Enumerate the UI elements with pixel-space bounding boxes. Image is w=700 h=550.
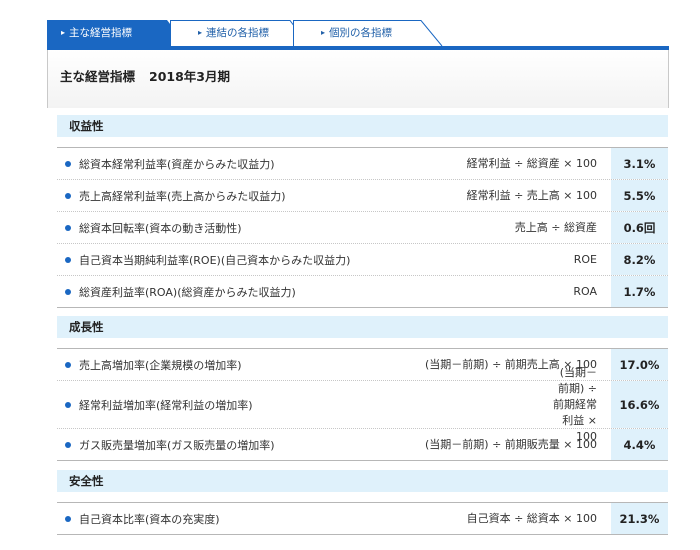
table-row: 自己資本当期純利益率(ROE)(自己資本からみた収益力) ROE 8.2% [57, 244, 668, 276]
table-row: 総資本経常利益率(資産からみた収益力) 経常利益 ÷ 総資産 × 100 3.1… [57, 148, 668, 180]
header-period: 2018年3月期 [149, 69, 231, 84]
indicator-name: 自己資本当期純利益率(ROE)(自己資本からみた収益力) [79, 253, 351, 267]
indicator-value: 1.7% [611, 276, 668, 307]
section-profitability: 収益性 総資本経常利益率(資産からみた収益力) 経常利益 ÷ 総資産 × 100… [57, 115, 668, 308]
tab-non-consolidated[interactable]: ▸ 個別の各指標 [293, 20, 443, 46]
indicator-name: 総資本回転率(資本の動き活動性) [79, 221, 242, 235]
section-growth: 成長性 売上高増加率(企業規模の増加率) (当期－前期) ÷ 前期売上高 × 1… [57, 316, 668, 461]
page-title: 主な経営指標 2018年3月期 [47, 50, 669, 108]
indicator-formula: (当期－前期) ÷ 前期販売量 × 100 [425, 437, 597, 451]
indicator-name: 総資産利益率(ROA)(総資産からみた収益力) [79, 285, 296, 299]
indicator-value: 16.6% [611, 381, 668, 428]
bullet-icon [65, 192, 71, 199]
section-safety: 安全性 自己資本比率(資本の充実度) 自己資本 ÷ 総資本 × 100 21.3… [57, 470, 668, 535]
bullet-icon [65, 288, 71, 295]
indicator-value: 0.6回 [611, 212, 668, 243]
indicator-value: 8.2% [611, 244, 668, 275]
indicator-table: 自己資本比率(資本の充実度) 自己資本 ÷ 総資本 × 100 21.3% [57, 502, 668, 535]
tab-label: 個別の各指標 [329, 27, 393, 39]
indicator-formula: (当期－前期) ÷ 前期経常利益 × 100 [553, 365, 597, 443]
indicator-value: 17.0% [611, 349, 668, 380]
indicator-name: ガス販売量増加率(ガス販売量の増加率) [79, 438, 275, 452]
indicator-formula: ROE [573, 252, 597, 266]
table-row: 自己資本比率(資本の充実度) 自己資本 ÷ 総資本 × 100 21.3% [57, 503, 668, 535]
bullet-icon [65, 361, 71, 368]
table-row: 経常利益増加率(経常利益の増加率) (当期－前期) ÷ 前期経常利益 × 100… [57, 366, 668, 443]
arrow-icon: ▸ [61, 28, 66, 37]
indicators-panel: ▸ 主な経営指標 ▸ 連結の各指標 ▸ 個別の各指標 主な経営指標 2018年3月期 収… [47, 20, 669, 535]
indicator-table: 売上高増加率(企業規模の増加率) (当期－前期) ÷ 前期売上高 × 100 1… [57, 348, 668, 461]
section-title: 収益性 [57, 115, 668, 137]
indicator-value: 5.5% [611, 180, 668, 211]
indicator-table: 総資本経常利益率(資産からみた収益力) 経常利益 ÷ 総資産 × 100 3.1… [57, 147, 668, 308]
indicator-name: 経常利益増加率(経常利益の増加率) [79, 398, 253, 412]
indicator-name: 自己資本比率(資本の充実度) [79, 512, 220, 526]
bullet-icon [65, 401, 71, 408]
tab-main-indicators[interactable]: ▸ 主な経営指標 [47, 20, 187, 46]
table-row: 総資本回転率(資本の動き活動性) 売上高 ÷ 総資産 0.6回 [57, 212, 668, 244]
bullet-icon [65, 441, 71, 448]
indicator-formula: 自己資本 ÷ 総資本 × 100 [466, 511, 597, 525]
arrow-icon: ▸ [321, 28, 326, 37]
header-title: 主な経営指標 [60, 69, 136, 84]
indicator-value: 21.3% [611, 503, 668, 534]
bullet-icon [65, 515, 71, 522]
indicator-name: 売上高増加率(企業規模の増加率) [79, 358, 242, 372]
indicator-name: 売上高経常利益率(売上高からみた収益力) [79, 189, 286, 203]
indicator-value: 4.4% [611, 429, 668, 460]
indicator-formula: ROA [573, 284, 597, 298]
table-row: 総資産利益率(ROA)(総資産からみた収益力) ROA 1.7% [57, 276, 668, 308]
arrow-icon: ▸ [198, 28, 203, 37]
section-title: 安全性 [57, 470, 668, 492]
section-title: 成長性 [57, 316, 668, 338]
bullet-icon [65, 224, 71, 231]
indicator-name: 総資本経常利益率(資産からみた収益力) [79, 157, 275, 171]
tab-consolidated[interactable]: ▸ 連結の各指標 [170, 20, 310, 46]
tab-bar: ▸ 主な経営指標 ▸ 連結の各指標 ▸ 個別の各指標 [47, 20, 669, 46]
bullet-icon [65, 160, 71, 167]
indicator-formula: 経常利益 ÷ 総資産 × 100 [466, 156, 597, 170]
table-row: 売上高経常利益率(売上高からみた収益力) 経常利益 ÷ 売上高 × 100 5.… [57, 180, 668, 212]
bullet-icon [65, 256, 71, 263]
indicator-formula: 経常利益 ÷ 売上高 × 100 [466, 188, 597, 202]
tab-label: 主な経営指標 [69, 27, 133, 39]
tab-label: 連結の各指標 [206, 27, 270, 39]
indicator-formula: 売上高 ÷ 総資産 [514, 220, 597, 234]
indicator-value: 3.1% [611, 148, 668, 179]
